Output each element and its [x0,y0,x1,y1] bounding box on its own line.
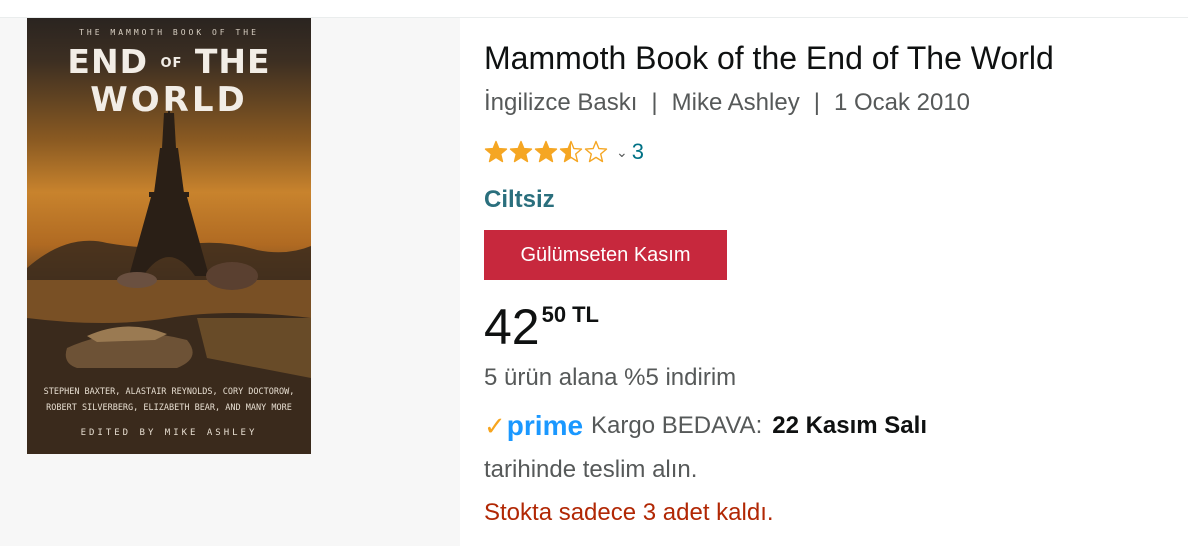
star-full-icon [509,140,533,163]
cover-series-line: THE MAMMOTH BOOK OF THE [79,28,259,37]
chevron-down-icon[interactable]: ⌄ [616,144,628,161]
product-image-panel: THE MAMMOTH BOOK OF THE END OF THE WORLD… [0,18,460,546]
star-full-icon [534,140,558,163]
star-full-icon [484,140,508,163]
publication-date: 1 Ocak 2010 [833,89,971,116]
rating-row[interactable]: ⌄ 3 [484,137,644,167]
prime-check-icon: ✓ [484,410,506,441]
format-link[interactable]: Ciltsiz [484,186,555,214]
product-title[interactable]: Mammoth Book of the End of The World [484,40,1054,77]
cover-title-the: THE [194,42,271,81]
star-rating[interactable] [484,140,608,164]
price-fraction: 50 [541,302,567,327]
meta-separator: | [813,89,820,116]
prime-label: prime [506,410,584,441]
promo-text: 5 ürün alana %5 indirim [484,364,737,391]
star-half-icon [559,140,583,163]
cover-authors: STEPHEN BAXTER, ALASTAIR REYNOLDS, CORY … [37,384,301,416]
top-divider [0,0,1188,18]
cover-title-world: WORLD [90,80,248,120]
delivery-row: ✓ prime Kargo BEDAVA: 22 Kasım Salı [484,410,927,442]
price: 42 50 TL [484,299,599,355]
cover-authors-line-2: ROBERT SILVERBERG, ELIZABETH BEAR, AND M… [46,403,292,413]
rating-count-link[interactable]: 3 [632,139,644,165]
book-cover-image[interactable]: THE MAMMOTH BOOK OF THE END OF THE WORLD… [27,18,311,454]
delivery-suffix: tarihinde teslim alın. [484,456,698,483]
price-whole: 42 [484,299,540,355]
author-link[interactable]: Mike Ashley [672,89,800,116]
cover-title-line-1: END OF THE [27,42,311,81]
star-empty-icon [584,140,608,163]
cover-editor: EDITED BY MIKE ASHLEY [80,428,258,438]
cover-authors-line-1: STEPHEN BAXTER, ALASTAIR REYNOLDS, CORY … [43,387,295,397]
stock-message: Stokta sadece 3 adet kaldı. [484,499,774,526]
price-currency: TL [572,302,599,327]
deal-badge: Gülümseten Kasım [484,230,727,280]
product-meta: İngilizce Baskı | Mike Ashley | 1 Ocak 2010 [484,89,970,117]
prime-logo: ✓ prime [484,410,583,442]
meta-separator: | [651,89,658,116]
edition-label: İngilizce Baskı [484,89,638,116]
delivery-date: 22 Kasım Salı [772,412,927,439]
cover-title-of: OF [160,56,183,71]
cover-title-end: END [67,42,148,81]
shipping-label: Kargo BEDAVA: [591,412,763,439]
